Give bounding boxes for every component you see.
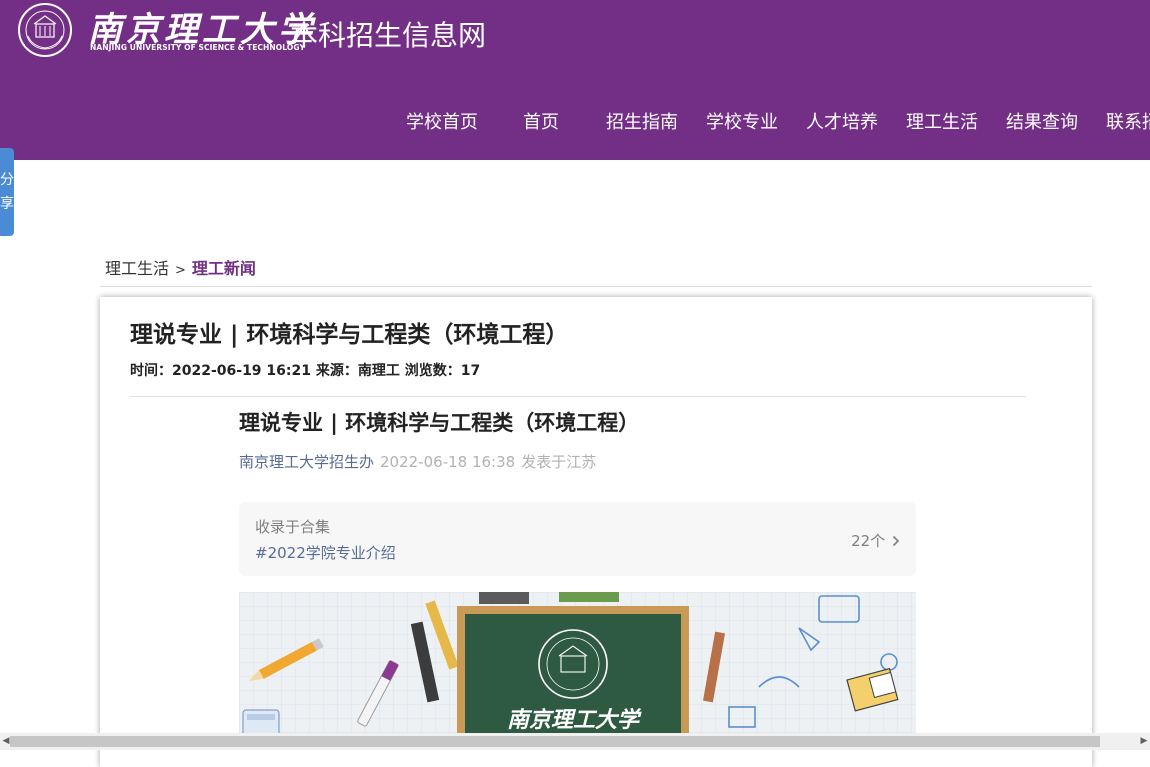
site-header: 南京理工大学 NANJING UNIVERSITY OF SCIENCE & T… [0, 0, 1150, 160]
collection-card[interactable]: 收录于合集 #2022学院专业介绍 22个 [239, 502, 916, 576]
scroll-thumb[interactable] [10, 736, 1100, 747]
breadcrumb: 理工生活 > 理工新闻 [105, 255, 256, 279]
nav-item-school-home[interactable]: 学校首页 [406, 108, 478, 134]
breadcrumb-separator: > [175, 263, 186, 278]
scroll-right-arrow-icon[interactable]: ▶ [1138, 733, 1150, 750]
nav-item-talent-training[interactable]: 人才培养 [806, 108, 878, 134]
nav-item-result-query[interactable]: 结果查询 [1006, 108, 1078, 134]
collection-tag[interactable]: #2022学院专业介绍 [255, 542, 396, 563]
nav-item-admission-guide[interactable]: 招生指南 [606, 108, 678, 134]
wechat-article-title: 理说专业 | 环境科学与工程类（环境工程） [239, 411, 640, 435]
collection-count: 22个 [851, 530, 900, 551]
share-label-2: 享 [0, 196, 14, 212]
breadcrumb-parent-link[interactable]: 理工生活 [105, 259, 169, 278]
poster-board-text: 南京理工大学 [507, 707, 642, 733]
breadcrumb-current-link[interactable]: 理工新闻 [192, 259, 256, 278]
university-seal-logo[interactable] [14, 2, 76, 58]
wechat-publish-date: 2022-06-18 16:38 [380, 453, 516, 471]
nav-item-majors[interactable]: 学校专业 [706, 108, 778, 134]
main-nav: 学校首页 首页 招生指南 学校专业 人才培养 理工生活 结果查询 联系招 [0, 108, 1150, 134]
horizontal-scrollbar[interactable]: ◀ ▶ [0, 733, 1150, 750]
breadcrumb-divider [100, 286, 1092, 287]
collection-count-text: 22个 [851, 532, 886, 550]
site-name: 本科招生信息网 [290, 19, 487, 52]
collection-label: 收录于合集 [255, 518, 331, 536]
nav-item-home[interactable]: 首页 [523, 108, 559, 134]
article-poster-image: 南京理工大学 [239, 592, 916, 737]
article-meta: 时间：2022-06-19 16:21 来源：南理工 浏览数：17 [130, 363, 481, 379]
logo-english-name: NANJING UNIVERSITY OF SCIENCE & TECHNOLO… [90, 43, 305, 52]
share-tab[interactable]: 分 享 [0, 148, 14, 236]
chevron-right-icon [892, 535, 900, 547]
nav-item-contact[interactable]: 联系招 [1106, 108, 1150, 134]
wechat-author-link[interactable]: 南京理工大学招生办 [239, 453, 374, 471]
wechat-publish-location: 发表于江苏 [521, 453, 597, 471]
nav-item-campus-life[interactable]: 理工生活 [906, 108, 978, 134]
wechat-article-meta: 南京理工大学招生办 2022-06-18 16:38 发表于江苏 [239, 451, 596, 472]
article-title: 理说专业 | 环境科学与工程类（环境工程） [130, 322, 569, 348]
share-label-1: 分 [0, 172, 14, 188]
article-meta-divider [130, 396, 1026, 397]
